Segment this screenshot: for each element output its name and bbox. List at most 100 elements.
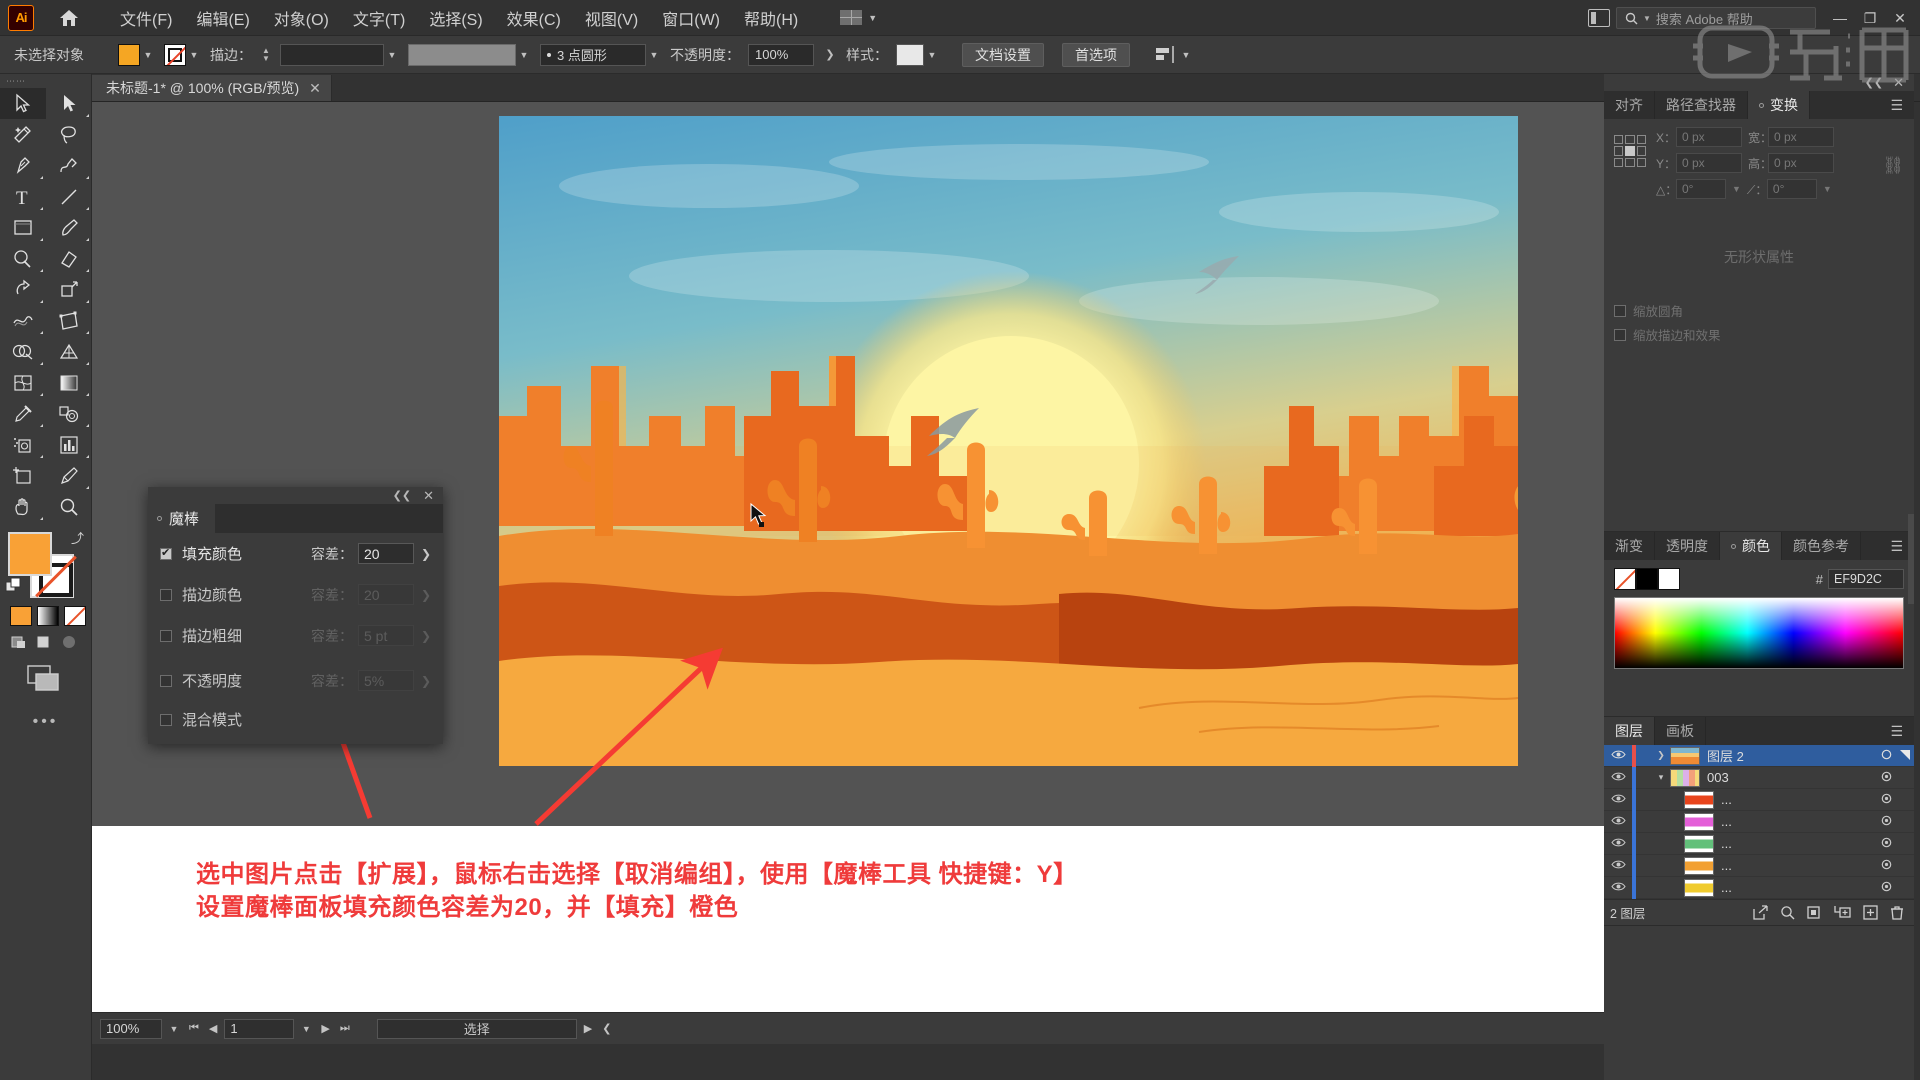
eyedropper-tool[interactable]: [0, 398, 46, 429]
table-row[interactable]: ...: [1604, 810, 1914, 833]
align-control[interactable]: ▼: [1154, 44, 1194, 66]
magic-wand-row-stroke-color[interactable]: 描边颜色 容差： 20 ❯: [160, 584, 433, 605]
locate-object-icon[interactable]: [1753, 905, 1768, 920]
target-indicator-icon[interactable]: [1872, 792, 1900, 807]
hex-input[interactable]: EF9D2C: [1828, 569, 1904, 589]
anchor-bl[interactable]: [1614, 157, 1624, 167]
scale-strokes-checkbox[interactable]: [1614, 328, 1626, 341]
restore-button[interactable]: ❐: [1862, 10, 1878, 27]
scale-corners-row[interactable]: 缩放圆角: [1614, 301, 1904, 320]
type-tool[interactable]: T: [0, 181, 46, 212]
brush-definition-control[interactable]: 3 点圆形 ▼: [540, 43, 662, 66]
target-indicator-icon[interactable]: [1872, 814, 1900, 829]
anchor-mr[interactable]: [1636, 146, 1646, 156]
tab-color-guide[interactable]: 颜色参考: [1782, 532, 1861, 560]
target-indicator-icon[interactable]: [1872, 880, 1900, 895]
close-button[interactable]: ✕: [1892, 10, 1908, 27]
chevron-down-icon[interactable]: ▼: [1178, 44, 1194, 66]
workspace-switcher[interactable]: ▼: [834, 8, 883, 27]
magic-wand-titlebar[interactable]: ❮❮ ✕: [148, 487, 443, 504]
status-collapse-icon[interactable]: ❮: [599, 1022, 614, 1035]
target-indicator-icon[interactable]: [1872, 770, 1900, 785]
magic-wand-row-opacity[interactable]: 不透明度 容差： 5% ❯: [160, 670, 433, 691]
fill-color-tolerance-group[interactable]: 容差： 20 ❯: [311, 543, 433, 564]
gradient-button[interactable]: [37, 606, 59, 626]
menu-view[interactable]: 视图(V): [573, 3, 650, 33]
table-row[interactable]: ...: [1604, 832, 1914, 855]
table-row[interactable]: ▾ 003: [1604, 766, 1914, 789]
scale-tool[interactable]: [46, 274, 92, 305]
anchor-tl[interactable]: [1614, 135, 1624, 145]
white-swatch[interactable]: [1658, 568, 1680, 590]
table-row[interactable]: ...: [1604, 854, 1914, 877]
graphic-style-control[interactable]: ▼: [896, 43, 940, 66]
chevron-down-icon[interactable]: ▼: [140, 44, 156, 66]
default-fill-stroke-icon[interactable]: [5, 577, 22, 599]
target-indicator-icon[interactable]: [1872, 836, 1900, 851]
fill-tolerance-expand-icon[interactable]: ❯: [419, 547, 433, 561]
lasso-tool[interactable]: [46, 119, 92, 150]
tab-color[interactable]: 颜色: [1720, 532, 1782, 560]
zoom-level-field[interactable]: 100%: [100, 1018, 162, 1039]
close-icon[interactable]: ✕: [1893, 75, 1904, 91]
anchor-ml[interactable]: [1614, 146, 1624, 156]
column-graph-tool[interactable]: [46, 429, 92, 460]
anchor-tr[interactable]: [1636, 135, 1646, 145]
stroke-color-checkbox[interactable]: [160, 588, 172, 601]
paintbrush-tool[interactable]: [46, 212, 92, 243]
first-artboard-button[interactable]: ⏮: [186, 1022, 202, 1035]
menu-effect[interactable]: 效果(C): [495, 3, 573, 33]
layer-name[interactable]: ...: [1721, 836, 1872, 851]
symbol-sprayer-tool[interactable]: [0, 429, 46, 460]
delete-layer-icon[interactable]: [1890, 905, 1904, 920]
chevron-right-icon[interactable]: ❯: [1652, 750, 1670, 761]
chevron-down-icon[interactable]: ▼: [924, 44, 940, 66]
tab-gradient[interactable]: 渐变: [1604, 532, 1655, 560]
transform-titlebar[interactable]: ❮❮ ✕: [1604, 74, 1914, 91]
artboard-tool[interactable]: [0, 460, 46, 491]
magic-wand-tool[interactable]: [0, 119, 46, 150]
anchor-bc[interactable]: [1625, 157, 1635, 167]
blending-mode-checkbox[interactable]: [160, 713, 172, 726]
arrange-documents-icon[interactable]: [1588, 9, 1610, 27]
table-row[interactable]: ❯ 图层 2: [1604, 744, 1914, 767]
black-swatch[interactable]: [1636, 568, 1658, 590]
magic-wand-row-blending-mode[interactable]: 混合模式: [160, 709, 433, 730]
visibility-toggle-icon[interactable]: [1604, 836, 1632, 851]
perspective-grid-tool[interactable]: [46, 336, 92, 367]
screen-mode-button[interactable]: [26, 664, 91, 697]
document-setup-button[interactable]: 文档设置: [962, 42, 1044, 67]
variable-width-profile[interactable]: ▼: [408, 43, 532, 66]
w-input[interactable]: 0 px: [1768, 127, 1834, 147]
angle-input[interactable]: 0°: [1676, 179, 1726, 199]
fill-color-control[interactable]: ▼: [118, 43, 156, 66]
visibility-toggle-icon[interactable]: [1604, 814, 1632, 829]
tab-magic-wand[interactable]: 魔棒: [148, 504, 216, 533]
magic-wand-row-fill-color[interactable]: 填充颜色 容差： 20 ❯: [160, 543, 433, 564]
scale-strokes-row[interactable]: 缩放描边和效果: [1614, 325, 1904, 344]
prev-artboard-button[interactable]: ◀: [206, 1022, 220, 1035]
draw-behind-icon[interactable]: [36, 634, 54, 650]
stroke-swatch[interactable]: [164, 43, 186, 66]
create-new-layer-icon[interactable]: [1863, 905, 1878, 920]
rectangle-tool[interactable]: [0, 212, 46, 243]
stroke-weight-stepper[interactable]: ▲ ▼: [260, 44, 272, 66]
layer-name[interactable]: ...: [1721, 792, 1872, 807]
fill-color-checkbox[interactable]: [160, 546, 172, 560]
shear-input[interactable]: 0°: [1766, 179, 1817, 199]
anchor-mc[interactable]: [1625, 146, 1635, 156]
blend-tool[interactable]: [46, 398, 92, 429]
document-tab[interactable]: 未标题-1* @ 100% (RGB/预览) ✕: [92, 75, 332, 101]
collapse-icon[interactable]: ❮❮: [1865, 76, 1883, 89]
toolbar-fill-swatch[interactable]: [8, 532, 52, 576]
menu-select[interactable]: 选择(S): [417, 3, 494, 33]
menu-help[interactable]: 帮助(H): [732, 3, 810, 33]
magic-wand-panel[interactable]: ❮❮ ✕ 魔棒 填充颜色 容差： 20 ❯: [148, 487, 443, 744]
stroke-color-control[interactable]: ▼: [164, 43, 202, 66]
search-adobe-help[interactable]: ▼ 搜索 Adobe 帮助: [1616, 7, 1816, 29]
reference-point-selector[interactable]: [1614, 135, 1646, 167]
menu-file[interactable]: 文件(F): [108, 3, 184, 33]
chevron-down-icon[interactable]: ▼: [186, 44, 202, 66]
line-segment-tool[interactable]: [46, 181, 92, 212]
color-button[interactable]: [10, 606, 32, 626]
